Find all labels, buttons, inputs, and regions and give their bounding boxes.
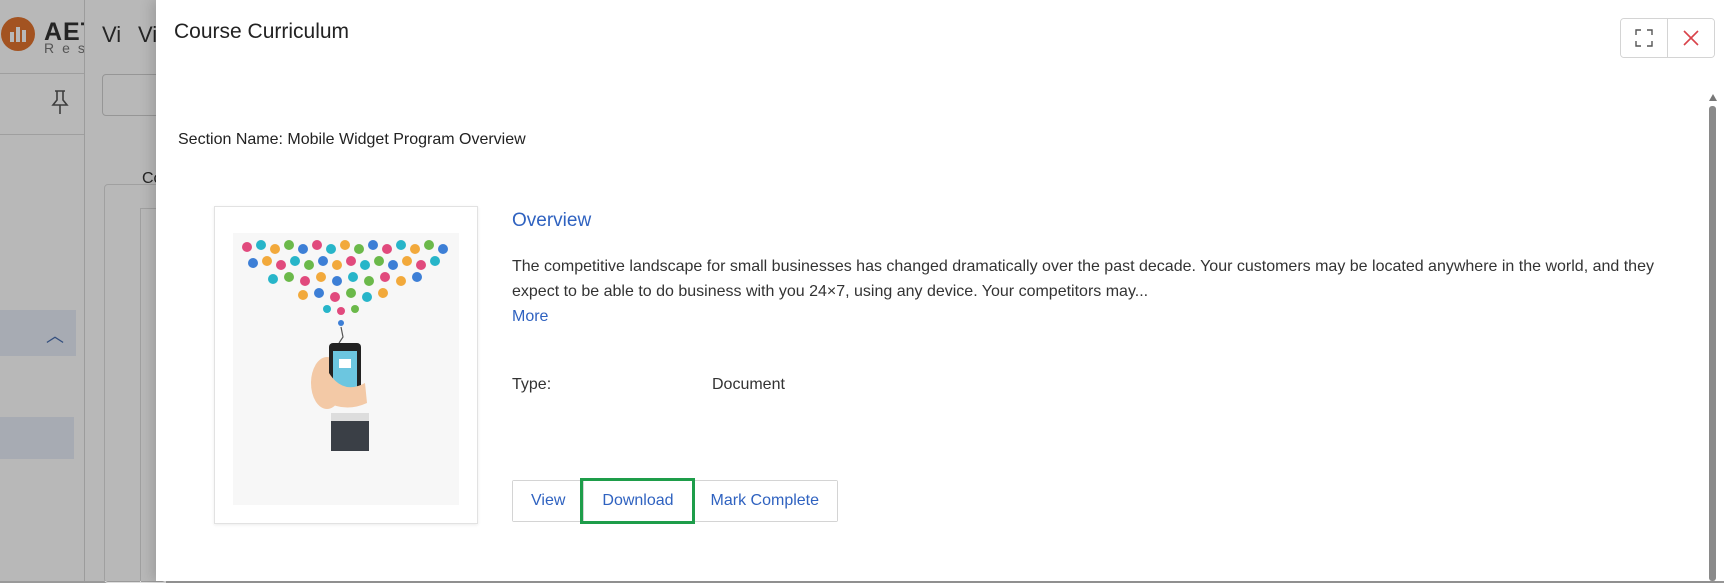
item-thumbnail-card xyxy=(214,206,478,524)
mark-complete-button[interactable]: Mark Complete xyxy=(691,481,838,521)
mobile-apps-illustration-icon xyxy=(233,233,459,505)
item-description: The competitive landscape for small busi… xyxy=(512,258,1654,300)
more-link[interactable]: More xyxy=(512,308,548,326)
type-value: Document xyxy=(712,376,785,393)
item-actions: View Download Mark Complete xyxy=(512,478,839,524)
expand-button[interactable] xyxy=(1621,19,1667,57)
modal-window-controls xyxy=(1620,18,1715,58)
scroll-up-arrow-icon[interactable] xyxy=(1709,94,1717,101)
scrollbar-thumb[interactable] xyxy=(1709,106,1716,581)
download-button[interactable]: Download xyxy=(580,478,695,524)
course-curriculum-modal: Course Curriculum Section Name: Mobile W… xyxy=(156,0,1724,581)
expand-icon xyxy=(1635,29,1653,47)
item-title-link[interactable]: Overview xyxy=(512,210,591,232)
view-button[interactable]: View xyxy=(513,481,584,521)
section-name: Section Name: Mobile Widget Program Over… xyxy=(178,131,526,148)
close-icon xyxy=(1683,30,1699,46)
close-button[interactable] xyxy=(1667,19,1714,57)
type-label: Type: xyxy=(512,376,552,393)
modal-title: Course Curriculum xyxy=(174,20,350,43)
